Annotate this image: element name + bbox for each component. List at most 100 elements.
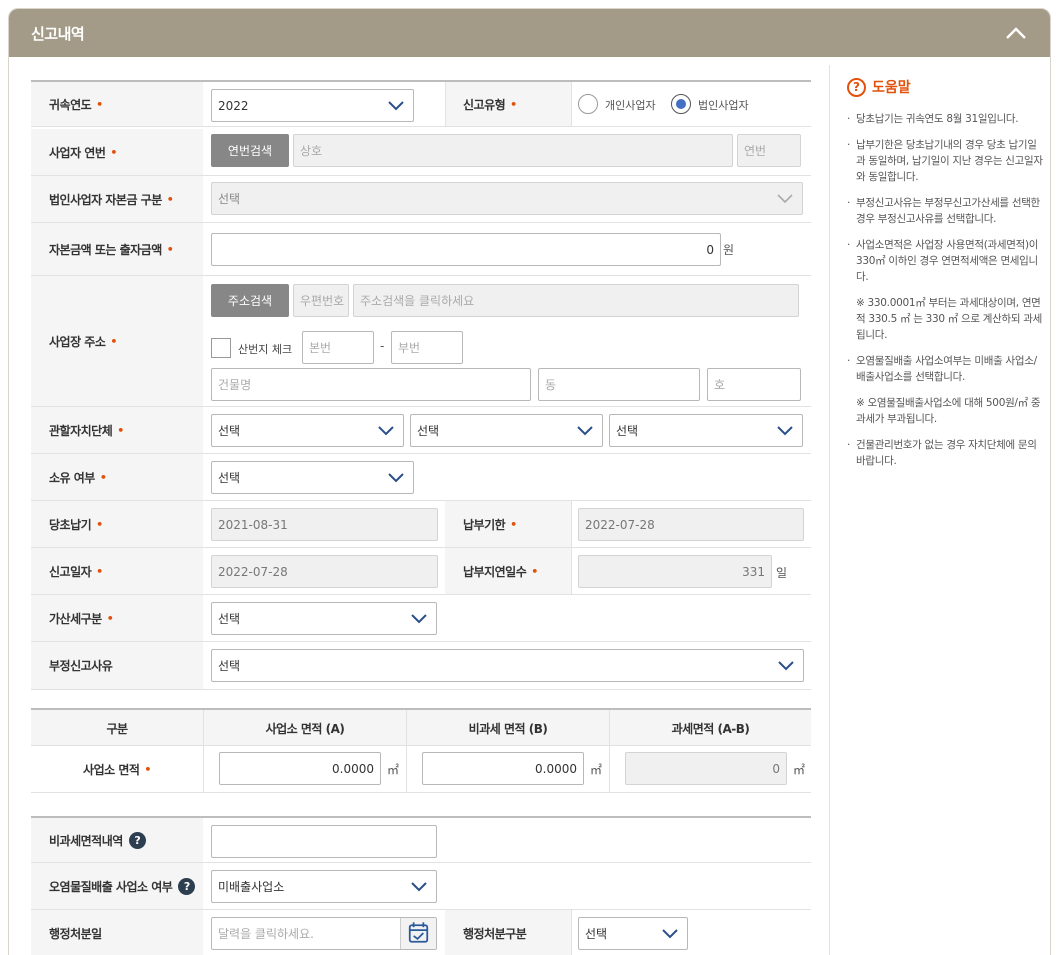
payment-deadline-label: 납부기한 •	[445, 501, 571, 547]
help-title: ? 도움말	[847, 77, 1043, 97]
row-due: 당초납기 • 2021-08-31 납부기한 • 2022-07-28	[31, 501, 811, 548]
area-table-header: 구분 사업소 면적 (A) 비과세 면적 (B) 과세면적 (A-B)	[31, 708, 811, 746]
help-item: 사업소면적은 사업장 사용면적(과세면적)이 330㎡ 이하인 경우 연면적세액…	[847, 237, 1043, 285]
admin-type-label: 행정처분구분	[445, 910, 571, 955]
building-input[interactable]: 건물명	[211, 368, 531, 401]
business-serial-input[interactable]: 연번	[737, 134, 801, 167]
help-panel: ? 도움말 당초납기는 귀속연도 8월 31일입니다. 납부기한은 당초납기내의…	[829, 65, 1050, 955]
business-search-button[interactable]: 연번검색	[211, 134, 289, 167]
help-question-icon[interactable]: ?	[128, 831, 146, 849]
col-business-area: 사업소 면적 (A)	[265, 722, 345, 736]
col-category: 구분	[106, 722, 128, 736]
chevron-down-icon	[387, 99, 405, 113]
report-type-label: 신고유형 •	[445, 82, 571, 126]
main-number-input[interactable]: 본번	[302, 331, 374, 364]
area-table-row: 사업소 면적 • 0.0000 ㎡ 0.0000 ㎡ 0 ㎡	[31, 746, 811, 793]
capital-unit: 원	[723, 243, 735, 257]
radio-corporate[interactable]	[671, 94, 691, 114]
capital-class-label: 법인사업자 자본금 구분 •	[31, 176, 203, 222]
jurisdiction-label: 관할자치단체 •	[31, 407, 203, 453]
help-item: 건물관리번호가 없는 경우 자치단체에 문의바랍니다.	[847, 437, 1043, 469]
row-pollutant: 오염물질배출 사업소 여부? 미배출사업소	[31, 863, 811, 910]
chevron-down-icon	[410, 880, 428, 894]
late-days-label: 납부지연일수 •	[445, 548, 571, 594]
chevron-down-icon	[410, 612, 428, 626]
row-year: 귀속연도 • 2022 신고유형 • 개인사업자 법인사업자	[31, 80, 811, 127]
nontax-detail-label: 비과세면적내역?	[31, 818, 203, 862]
row-ownership: 소유 여부 • 선택	[31, 454, 811, 501]
ho-input[interactable]: 호	[707, 368, 801, 401]
help-item: 납부기한은 당초납기내의 경우 당초 납기일과 동일하며, 납기일이 지난 경우…	[847, 137, 1043, 185]
capital-amount-label: 자본금액 또는 출자금액 •	[31, 223, 203, 275]
help-note: ※ 오염물질배출사업소에 대해 500원/㎡ 중과세가 부과됩니다.	[856, 397, 1041, 425]
taxable-area-input: 0	[625, 752, 787, 785]
original-due-input: 2021-08-31	[211, 508, 438, 541]
penalty-select[interactable]: 선택	[211, 602, 437, 635]
mountain-check-label: 산번지 체크	[238, 343, 293, 356]
radio-individual[interactable]	[578, 94, 598, 114]
chevron-down-icon	[661, 927, 679, 941]
jurisdiction-select-1[interactable]: 선택	[211, 414, 404, 447]
area-row-label: 사업소 면적 •	[31, 746, 203, 792]
pollutant-select[interactable]: 미배출사업소	[211, 870, 437, 903]
pollutant-label: 오염물질배출 사업소 여부?	[31, 863, 203, 909]
admin-type-select[interactable]: 선택	[578, 917, 688, 950]
late-days-unit: 일	[776, 566, 788, 580]
panel-title: 신고내역	[31, 25, 85, 43]
jurisdiction-select-2[interactable]: 선택	[410, 414, 603, 447]
capital-amount-input[interactable]: 0	[211, 233, 721, 266]
sub-number-input[interactable]: 부번	[391, 331, 463, 364]
collapse-up-icon[interactable]	[1004, 23, 1028, 43]
penalty-label: 가산세구분 •	[31, 595, 203, 641]
improper-select[interactable]: 선택	[211, 649, 804, 682]
chevron-down-icon	[377, 424, 395, 438]
ownership-select[interactable]: 선택	[211, 461, 414, 494]
row-jurisdiction: 관할자치단체 • 선택 선택 선택	[31, 407, 811, 454]
col-taxable-area: 과세면적 (A-B)	[671, 722, 750, 736]
address-label: 사업장 주소 •	[31, 276, 203, 406]
row-business: 사업자 연번 • 연번검색 상호 연번	[31, 129, 811, 176]
jurisdiction-select-3[interactable]: 선택	[609, 414, 803, 447]
nontax-area-input[interactable]: 0.0000	[422, 752, 584, 785]
original-due-label: 당초납기 •	[31, 501, 203, 547]
row-nontax-detail: 비과세면적내역?	[31, 816, 811, 863]
calendar-icon[interactable]	[400, 918, 436, 949]
help-list: 당초납기는 귀속연도 8월 31일입니다. 납부기한은 당초납기내의 경우 당초…	[847, 111, 1043, 469]
report-panel: 신고내역 귀속연도 • 2022 신고유형 • 개인사업자 법인사업자 사업자 연번…	[8, 8, 1051, 955]
business-label: 사업자 연번 •	[31, 129, 203, 175]
help-item: 오염물질배출 사업소여부는 미배출 사업소/배출사업소를 선택합니다.	[847, 353, 1043, 385]
year-select[interactable]: 2022	[211, 89, 414, 122]
row-capital-class: 법인사업자 자본금 구분 • 선택	[31, 176, 811, 223]
help-note: ※ 330.0001㎡ 부터는 과세대상이며, 연면적 330.5 ㎡ 는 33…	[856, 297, 1043, 341]
chevron-down-icon	[387, 471, 405, 485]
col-nontax-area: 비과세 면적 (B)	[468, 722, 548, 736]
radio-individual-label: 개인사업자	[605, 99, 656, 112]
address-search-button[interactable]: 주소검색	[211, 284, 289, 317]
admin-date-input[interactable]: 달력을 클릭하세요.	[211, 917, 437, 950]
chevron-down-icon	[776, 424, 794, 438]
nontax-detail-input[interactable]	[211, 825, 437, 858]
dong-input[interactable]: 동	[538, 368, 700, 401]
zip-input[interactable]: 우편번호	[293, 284, 349, 317]
address-input[interactable]: 주소검색을 클릭하세요	[353, 284, 799, 317]
row-penalty: 가산세구분 • 선택	[31, 595, 811, 642]
help-item: 당초납기는 귀속연도 8월 31일입니다.	[847, 111, 1043, 127]
report-date-input: 2022-07-28	[211, 555, 438, 588]
payment-deadline-input: 2022-07-28	[578, 508, 804, 541]
row-admin: 행정처분일 달력을 클릭하세요. 행정처분구분 선택	[31, 910, 811, 955]
capital-class-select[interactable]: 선택	[211, 182, 803, 215]
year-label: 귀속연도 •	[31, 82, 203, 126]
business-name-input[interactable]: 상호	[293, 134, 733, 167]
mountain-checkbox[interactable]	[211, 338, 231, 358]
chevron-down-icon	[576, 424, 594, 438]
business-area-input[interactable]: 0.0000	[219, 752, 381, 785]
row-improper: 부정신고사유 선택	[31, 642, 811, 690]
row-report-date: 신고일자 • 2022-07-28 납부지연일수 • 331 일	[31, 548, 811, 595]
help-question-icon[interactable]: ?	[178, 877, 196, 895]
row-address: 사업장 주소 • 주소검색 우편번호 주소검색을 클릭하세요 산번지 체크 본번 …	[31, 276, 811, 407]
row-capital-amount: 자본금액 또는 출자금액 • 0 원	[31, 223, 811, 276]
help-circle-icon: ?	[847, 77, 866, 97]
admin-date-label: 행정처분일	[31, 910, 203, 955]
late-days-input: 331	[578, 555, 772, 588]
improper-label: 부정신고사유	[31, 642, 203, 689]
